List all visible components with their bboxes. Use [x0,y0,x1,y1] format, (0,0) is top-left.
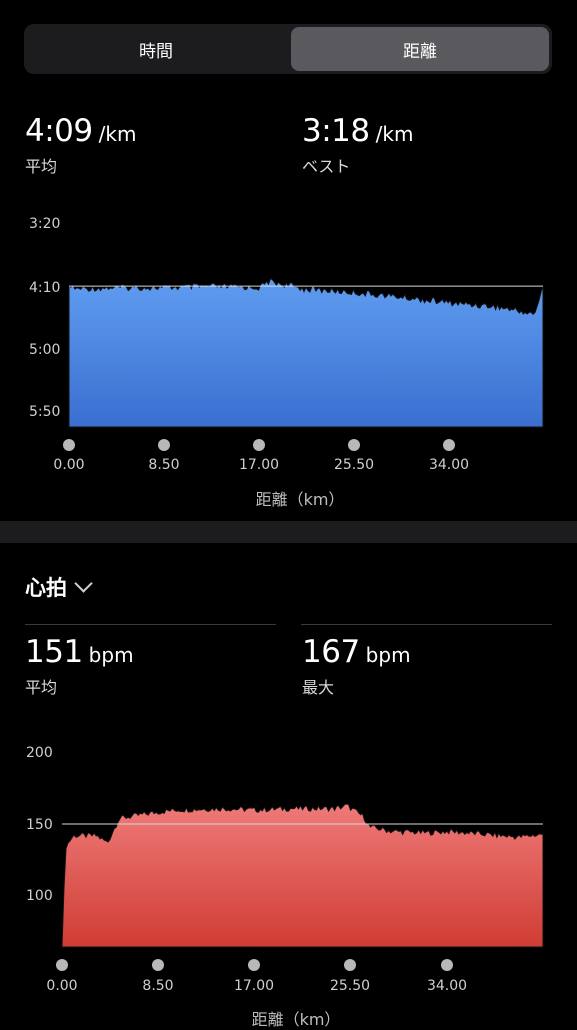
avg-pace-stat: 4:09/km 平均 [25,113,136,177]
avg-pace-unit: /km [98,122,137,146]
heart-rate-metric-selector[interactable]: 心拍 [25,572,93,602]
pace-x-axis-title: 距離（km） [255,490,345,509]
heart-rate-title: 心拍 [25,576,67,600]
pace-x-tick-2: 17.00 [238,457,280,473]
avg-pace-label: 平均 [25,157,58,176]
heart-rate-chart [61,803,544,948]
hr-area-series [61,803,544,948]
best-pace-stat: 3:18/km ベスト [302,113,413,177]
max-hr-value: 167 [302,634,360,670]
section-divider [0,521,577,543]
pace-x-marker-1[interactable] [158,439,170,451]
time-tab[interactable]: 時間 [27,27,285,71]
hr-x-tick-4: 34.00 [426,978,468,994]
pace-x-tick-1: 8.50 [148,457,180,473]
max-hr-label: 最大 [302,678,335,697]
hr-y-tick-0: 200 [26,745,53,761]
hr-y-tick-1: 150 [26,817,53,833]
pace-chart [68,277,544,428]
pace-x-tick-0: 0.00 [53,457,85,473]
hr-x-marker-0[interactable] [56,959,68,971]
pace-y-tick-2: 5:00 [29,342,61,358]
best-pace-value: 3:18 [302,113,370,149]
pace-x-marker-0[interactable] [63,439,75,451]
pace-x-marker-2[interactable] [253,439,265,451]
distance-tab[interactable]: 距離 [291,27,549,71]
hr-x-tick-0: 0.00 [46,978,78,994]
pace-y-tick-3: 5:50 [29,404,61,420]
hr-x-marker-2[interactable] [248,959,260,971]
pace-x-marker-3[interactable] [348,439,360,451]
hr-x-axis-title: 距離（km） [251,1010,341,1029]
hr-x-marker-4[interactable] [441,959,453,971]
stat-separator-right [301,624,552,625]
hr-x-tick-3: 25.50 [329,978,371,994]
avg-pace-value: 4:09 [25,113,93,149]
best-pace-unit: /km [375,122,414,146]
pace-x-marker-4[interactable] [443,439,455,451]
pace-y-tick-1: 4:10 [29,280,61,296]
max-hr-unit: bpm [365,643,411,667]
hr-y-tick-2: 100 [26,888,53,904]
avg-hr-unit: bpm [88,643,134,667]
distance-time-toggle: 時間 距離 [24,24,552,74]
best-pace-label: ベスト [302,157,351,176]
hr-x-marker-3[interactable] [344,959,356,971]
hr-x-tick-1: 8.50 [142,978,174,994]
hr-x-tick-2: 17.00 [233,978,275,994]
avg-hr-stat: 151 bpm 平均 [25,634,134,698]
avg-hr-value: 151 [25,634,83,670]
max-hr-stat: 167 bpm 最大 [302,634,411,698]
pace-x-tick-3: 25.50 [333,457,375,473]
pace-area-series [68,277,544,428]
chevron-down-icon [74,573,93,593]
avg-hr-label: 平均 [25,678,58,697]
pace-x-tick-4: 34.00 [428,457,470,473]
stat-separator-left [25,624,276,625]
hr-x-marker-1[interactable] [152,959,164,971]
pace-y-tick-0: 3:20 [29,216,61,232]
